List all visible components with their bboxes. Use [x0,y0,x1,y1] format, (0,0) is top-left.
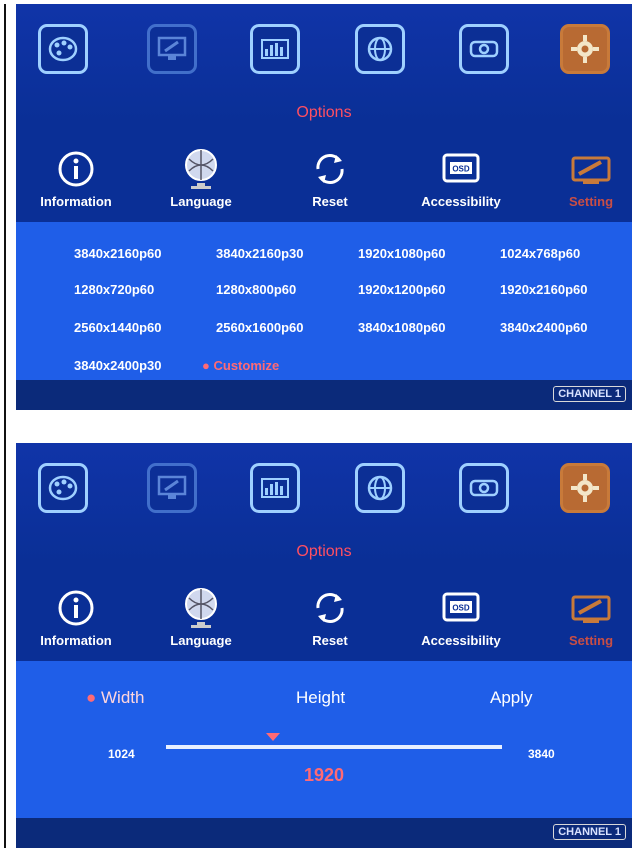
projector-icon[interactable] [459,24,509,74]
menu-item-label: Accessibility [421,194,501,209]
osd-panel-customize: Options Information Language Reset OSD A… [16,443,632,848]
menu-item-reset[interactable]: Reset [270,583,390,648]
submenu-bar: Information Language Reset OSD Accessibi… [16,583,632,659]
customize-label: Customize [213,358,280,373]
osd-icon-text: OSD [452,165,470,174]
resolution-option[interactable]: 3840x2400p30 [74,358,161,373]
menu-item-label: Accessibility [421,633,501,648]
menu-item-accessibility[interactable]: OSD Accessibility [401,144,521,209]
menu-item-reset[interactable]: Reset [270,144,390,209]
resolution-option[interactable]: 3840x2400p60 [500,320,587,335]
reset-icon [316,593,344,623]
menu-item-language[interactable]: Language [141,583,261,648]
menu-item-label: Language [170,633,232,648]
globe-icon [185,588,217,628]
osd-icon: OSD [442,153,480,183]
slider-min-value: 1024 [108,747,135,761]
osd-icon: OSD [442,592,480,622]
menu-title: Options [296,104,352,121]
tools-icon [571,595,611,623]
menu-item-label: Reset [312,194,348,209]
menu-item-label: Setting [568,633,614,648]
menu-title: Options [296,543,352,560]
menu-item-label: Information [40,633,112,648]
width-slider[interactable] [166,733,502,749]
slider-max-value: 3840 [528,747,555,761]
resolution-option[interactable]: 1920x1200p60 [358,282,445,297]
menu-item-information[interactable]: Information [16,144,136,209]
page-left-border [4,4,6,848]
slider-handle[interactable] [265,733,280,741]
menu-item-label: Language [170,194,232,209]
menu-item-label: Setting [568,194,614,209]
resolution-option[interactable]: 3840x1080p60 [358,320,445,335]
resolution-option-customize[interactable]: ● Customize [202,358,279,373]
info-icon [58,590,94,626]
menu-item-accessibility[interactable]: OSD Accessibility [401,583,521,648]
globe-icon[interactable] [355,463,405,513]
menu-item-language[interactable]: Language [141,144,261,209]
tab-width[interactable]: ● Width [86,688,144,708]
tab-width-label: Width [101,688,145,707]
projector-icon[interactable] [459,463,509,513]
bars-icon[interactable] [250,24,300,74]
globe-icon [185,149,217,189]
osd-icon-text: OSD [452,604,470,613]
resolution-list: 3840x2160p60 3840x2160p30 1920x1080p60 1… [16,222,632,380]
status-bar: CHANNEL 1 [16,380,632,410]
tools-icon [571,156,611,184]
palette-icon[interactable] [38,24,88,74]
tab-height[interactable]: Height [296,688,345,708]
resolution-option[interactable]: 1024x768p60 [500,246,580,261]
menu-item-setting[interactable]: Setting [531,144,632,209]
resolution-option[interactable]: 1920x2160p60 [500,282,587,297]
customize-editor: ● Width Height Apply 1024 3840 1920 [16,661,632,819]
menu-item-information[interactable]: Information [16,583,136,648]
gear-icon[interactable] [560,463,610,513]
resolution-option[interactable]: 2560x1440p60 [74,320,161,335]
channel-badge: CHANNEL 1 [553,386,626,402]
submenu-bar: Information Language Reset OSD Accessibi… [16,144,632,220]
resolution-option[interactable]: 3840x2160p60 [74,246,161,261]
selected-bullet-icon: ● [86,688,97,707]
palette-icon[interactable] [38,463,88,513]
selected-bullet-icon: ● [202,358,210,373]
resolution-option[interactable]: 1280x720p60 [74,282,154,297]
resolution-option[interactable]: 1920x1080p60 [358,246,445,261]
menu-item-label: Reset [312,633,348,648]
monitor-tools-icon[interactable] [147,463,197,513]
slider-current-value: 1920 [303,765,345,785]
menu-item-setting[interactable]: Setting [531,583,632,648]
menu-item-label: Information [40,194,112,209]
status-bar: CHANNEL 1 [16,818,632,848]
reset-icon [316,154,344,184]
globe-icon[interactable] [355,24,405,74]
channel-badge: CHANNEL 1 [553,824,626,840]
tab-apply[interactable]: Apply [490,688,533,708]
info-icon [58,151,94,187]
resolution-option[interactable]: 2560x1600p60 [216,320,303,335]
resolution-option[interactable]: 3840x2160p30 [216,246,303,261]
monitor-tools-icon[interactable] [147,24,197,74]
resolution-option[interactable]: 1280x800p60 [216,282,296,297]
osd-panel-resolution-list: Options Information Language Reset OSD A… [16,4,632,410]
gear-icon[interactable] [560,24,610,74]
bars-icon[interactable] [250,463,300,513]
